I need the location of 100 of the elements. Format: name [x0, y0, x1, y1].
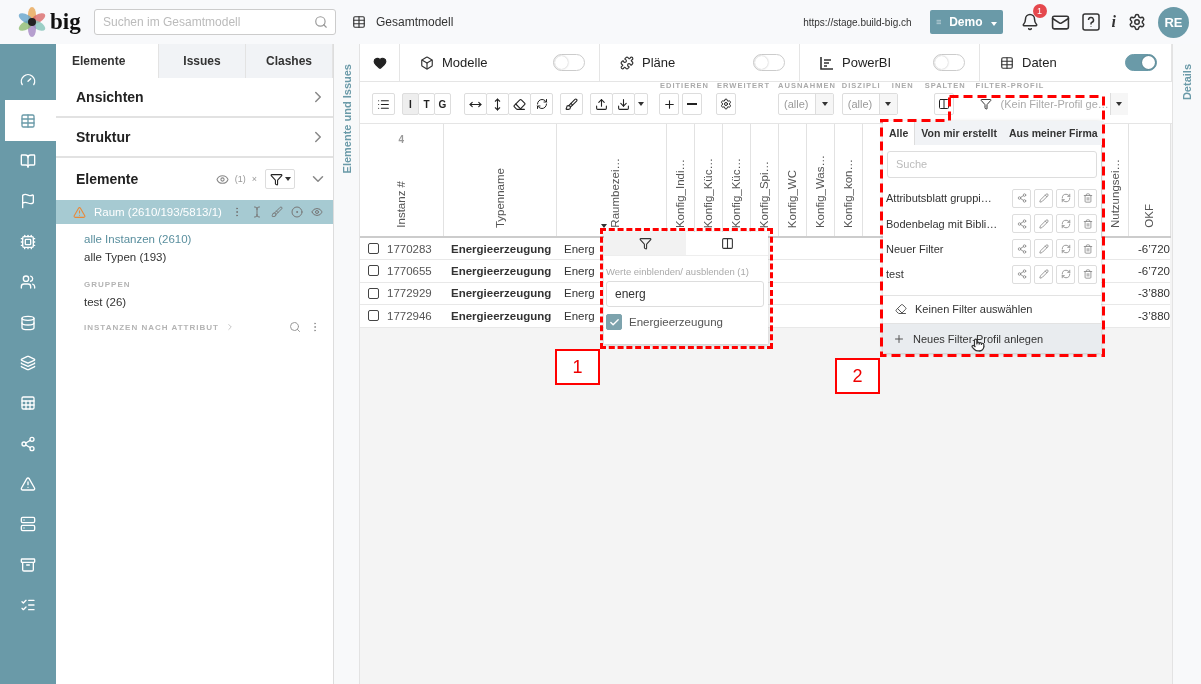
- column-header[interactable]: Konfig_Küc…: [730, 157, 742, 228]
- search-field[interactable]: Suchen im Gesamtmodell: [94, 9, 336, 35]
- edit-button[interactable]: [1034, 188, 1053, 208]
- column-header[interactable]: Konfig_Indi…: [674, 158, 686, 228]
- upload-button[interactable]: [590, 93, 613, 115]
- column-header[interactable]: Konfig_Küc…: [702, 157, 714, 228]
- profile-name[interactable]: Neuer Filter: [886, 242, 1009, 255]
- row-checkbox[interactable]: [368, 243, 379, 254]
- row-checkbox[interactable]: [368, 265, 379, 277]
- clear-filter-item[interactable]: Keinen Filter auswählen: [883, 294, 1101, 324]
- search-field[interactable]: Suche: [887, 151, 1097, 178]
- section-title[interactable]: Struktur: [76, 129, 131, 145]
- eraser-button[interactable]: [508, 93, 531, 115]
- trash-icon: [1082, 193, 1093, 204]
- bell-icon[interactable]: [1020, 13, 1039, 31]
- mode-button[interactable]: T: [418, 93, 435, 115]
- edit-button[interactable]: [1034, 239, 1053, 259]
- row-checkbox[interactable]: [368, 310, 379, 322]
- trash-icon: [1082, 243, 1093, 254]
- column-header[interactable]: Konfig_Was…: [814, 154, 826, 228]
- archive-icon: [20, 556, 36, 573]
- width-button[interactable]: [464, 93, 487, 115]
- toggle-switch[interactable]: [933, 54, 965, 71]
- table-cell: 1770655: [387, 264, 432, 277]
- height-button[interactable]: [486, 93, 509, 115]
- delete-button[interactable]: [1078, 239, 1097, 259]
- mode-button[interactable]: G: [434, 93, 451, 115]
- column-header[interactable]: Typenname: [493, 167, 506, 228]
- list-button[interactable]: [372, 93, 395, 115]
- delete-button[interactable]: [1078, 214, 1097, 234]
- table-cell: Energieerzeugung: [451, 287, 552, 300]
- column-header[interactable]: OKF: [1143, 204, 1155, 228]
- add-button[interactable]: [659, 93, 679, 115]
- columns-button[interactable]: [933, 93, 954, 115]
- rail-item[interactable]: [5, 100, 56, 141]
- toggle-switch[interactable]: [553, 54, 585, 71]
- trash-icon: [1082, 269, 1093, 280]
- delete-button[interactable]: [1078, 188, 1097, 208]
- mode-button[interactable]: I: [402, 93, 419, 115]
- share-button[interactable]: [1012, 239, 1031, 259]
- table-icon: [20, 112, 36, 129]
- element-link[interactable]: alle Instanzen (2610): [56, 230, 333, 248]
- caret-icon: [284, 177, 291, 181]
- cube-icon: [420, 55, 434, 70]
- popup-tab[interactable]: [686, 232, 768, 256]
- panel-tab[interactable]: Issues: [159, 44, 246, 78]
- share-button[interactable]: [1012, 188, 1031, 208]
- column-header[interactable]: Konfig_kon…: [842, 158, 854, 228]
- text-cursor-icon: [251, 206, 263, 218]
- chip-icon: [20, 233, 36, 250]
- share-button[interactable]: [1012, 214, 1031, 234]
- remove-button[interactable]: [682, 93, 702, 115]
- element-link[interactable]: alle Typen (193): [56, 248, 333, 266]
- section-title[interactable]: Ansichten: [76, 89, 144, 105]
- section-title[interactable]: Elemente: [76, 171, 139, 187]
- column-header[interactable]: Konfig_Spi…: [758, 160, 770, 228]
- url-text: https://stage.build-big.ch: [803, 16, 912, 28]
- caret-icon: [990, 22, 997, 26]
- share-button[interactable]: [1012, 264, 1031, 284]
- list-icon: [377, 97, 390, 111]
- dropdown-tab[interactable]: Alle: [883, 121, 916, 145]
- element-label: Raum (2610/193/5813/1): [94, 206, 223, 218]
- column-header[interactable]: Instanz #: [395, 181, 408, 228]
- row-checkbox[interactable]: [368, 287, 379, 299]
- column-header[interactable]: Konfig_WC: [786, 169, 798, 228]
- help-icon[interactable]: [1081, 13, 1100, 31]
- profile-name[interactable]: test: [886, 268, 1009, 281]
- group-item[interactable]: test (26): [56, 293, 333, 311]
- layers-icon: [20, 354, 36, 371]
- settings-icon[interactable]: [1128, 13, 1146, 31]
- refresh-icon: [1060, 269, 1071, 280]
- profile-name[interactable]: Attributsblatt gruppi…: [886, 192, 1009, 205]
- download-icon: [617, 97, 630, 111]
- columns-icon: [937, 98, 950, 110]
- column-header[interactable]: Nutzungsei…: [1108, 158, 1121, 228]
- table-cell: -3’880: [1138, 287, 1170, 300]
- mail-icon[interactable]: [1050, 12, 1070, 32]
- share-icon: [20, 435, 36, 452]
- panel-tab[interactable]: Clashes: [246, 44, 333, 78]
- new-profile-item[interactable]: Neues Filter-Profil anlegen: [883, 323, 1101, 353]
- edit-button[interactable]: [1034, 214, 1053, 234]
- edit-button[interactable]: [1034, 264, 1053, 284]
- more-dropdown[interactable]: [634, 93, 648, 115]
- brush-button[interactable]: [560, 93, 583, 115]
- filter-input[interactable]: energ: [606, 281, 764, 307]
- column-header[interactable]: Raumbezei…: [609, 158, 621, 228]
- filter-dropdown[interactable]: [265, 169, 295, 189]
- option-checkbox[interactable]: [606, 314, 622, 330]
- download-button[interactable]: [612, 93, 635, 115]
- logo-text: big: [50, 9, 81, 35]
- refresh-button[interactable]: [530, 93, 553, 115]
- search-icon: [314, 15, 328, 29]
- settings-button[interactable]: [716, 93, 736, 115]
- delete-button[interactable]: [1078, 264, 1097, 284]
- toggle-switch[interactable]: [1125, 54, 1157, 71]
- info-icon[interactable]: i: [1111, 13, 1116, 31]
- toggle-switch[interactable]: [753, 54, 785, 71]
- profile-name[interactable]: Bodenbelag mit Bibli…: [886, 217, 1009, 230]
- share-icon: [1016, 243, 1027, 254]
- check-icon: [608, 316, 620, 328]
